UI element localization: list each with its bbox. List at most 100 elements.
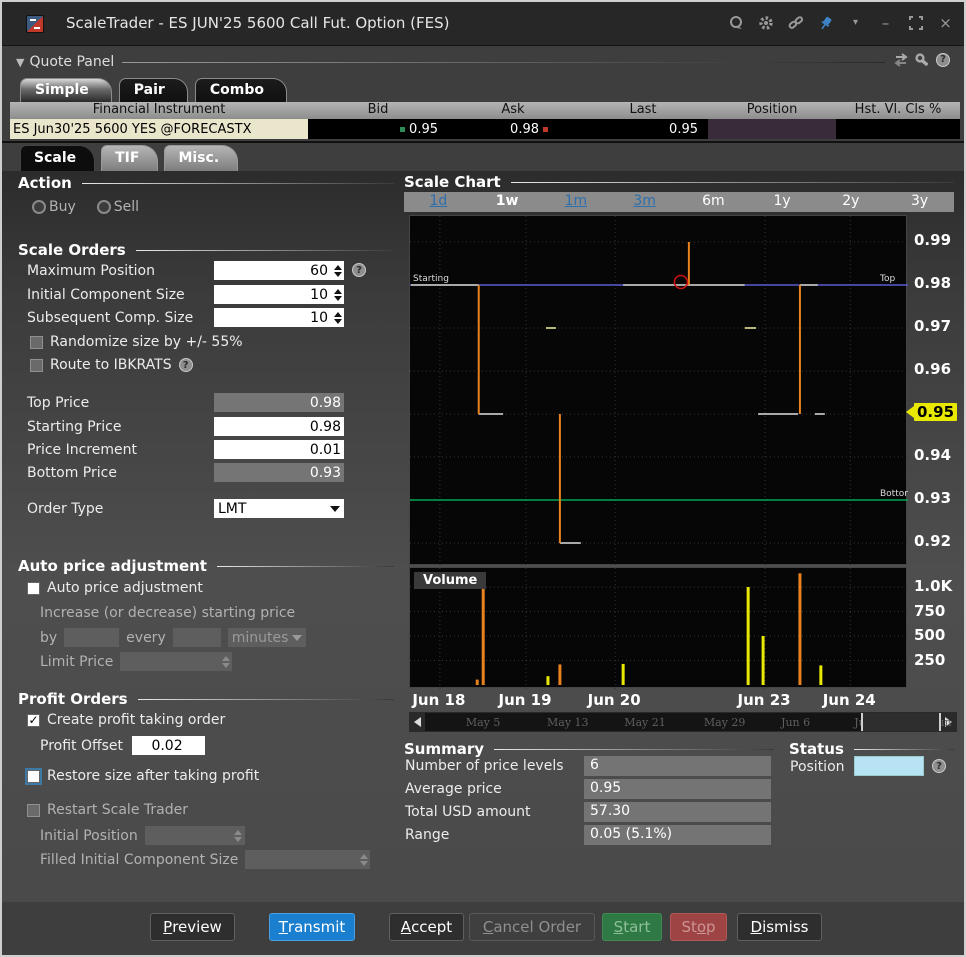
maximum-position-input[interactable]: 60 bbox=[214, 261, 344, 280]
adjust-amount-input bbox=[64, 628, 119, 647]
x-axis-label: Jun 24 bbox=[823, 691, 876, 709]
profit-offset-input[interactable]: 0.02 bbox=[132, 736, 205, 755]
limit-price-label: Limit Price bbox=[40, 654, 113, 670]
minimize-icon[interactable]: – bbox=[877, 14, 894, 31]
tab-simple[interactable]: Simple bbox=[20, 78, 112, 102]
help-icon[interactable]: ? bbox=[179, 358, 193, 372]
price-axis-label: 0.95 bbox=[914, 403, 957, 421]
range-3y[interactable]: 3y bbox=[885, 192, 954, 212]
accept-button[interactable]: Accept bbox=[389, 913, 464, 941]
dismiss-button[interactable]: Dismiss bbox=[737, 913, 822, 941]
initial-position-input bbox=[145, 826, 245, 845]
price-increment-input[interactable]: 0.01 bbox=[214, 440, 344, 459]
tab-scale[interactable]: Scale bbox=[20, 145, 95, 171]
subsequent-comp-size-label: Subsequent Comp. Size bbox=[27, 310, 193, 326]
help-icon[interactable]: ? bbox=[932, 759, 946, 773]
restart-scale-trader-checkbox[interactable] bbox=[27, 804, 40, 817]
price-axis-label: 0.96 bbox=[914, 360, 951, 378]
order-type-label: Order Type bbox=[27, 501, 103, 517]
caret-down-icon[interactable]: ▾ bbox=[847, 14, 864, 31]
buy-radio[interactable] bbox=[32, 200, 46, 214]
quote-panel-title: Quote Panel bbox=[29, 54, 114, 70]
volume-pane-label: Volume bbox=[414, 572, 486, 589]
top-price-field: 0.98 bbox=[214, 393, 344, 412]
svg-text:Top: Top bbox=[879, 274, 895, 284]
subsequent-comp-size-input[interactable]: 10 bbox=[214, 308, 344, 327]
quote-panel-collapse-icon[interactable]: ▼ bbox=[16, 56, 24, 69]
range-3m[interactable]: 3m bbox=[610, 192, 679, 212]
order-type-dropdown[interactable]: LMT bbox=[214, 499, 344, 518]
tab-tif[interactable]: TIF bbox=[101, 145, 158, 171]
scroll-left-button[interactable] bbox=[410, 713, 425, 731]
bottom-price-field: 0.93 bbox=[214, 463, 344, 482]
x-axis-label: Jun 19 bbox=[499, 691, 552, 709]
x-axis-label: Jun 23 bbox=[738, 691, 791, 709]
svg-text:Starting: Starting bbox=[413, 274, 449, 284]
create-profit-checkbox[interactable]: ✓ bbox=[27, 714, 40, 727]
wrench-icon[interactable] bbox=[915, 53, 930, 72]
average-price-field: 0.95 bbox=[584, 779, 771, 799]
quote-table-header: Financial Instrument Bid Ask Last Positi… bbox=[10, 102, 960, 119]
tab-pair[interactable]: Pair bbox=[119, 78, 188, 102]
scrollbar-thumb[interactable] bbox=[861, 713, 941, 731]
swap-arrows-icon[interactable] bbox=[893, 53, 909, 72]
chart-range-bar: 1d1w1m3m6m1y2y3y bbox=[404, 192, 954, 212]
initial-component-size-input[interactable]: 10 bbox=[214, 285, 344, 304]
auto-price-label: Auto price adjustment bbox=[47, 580, 203, 596]
buy-label: Buy bbox=[49, 199, 76, 215]
range-1y[interactable]: 1y bbox=[748, 192, 817, 212]
range-1w[interactable]: 1w bbox=[473, 192, 542, 212]
range-1m[interactable]: 1m bbox=[542, 192, 611, 212]
close-icon[interactable]: × bbox=[937, 14, 954, 31]
randomize-size-checkbox[interactable] bbox=[30, 336, 43, 349]
quote-table-row[interactable]: ES Jun30'25 5600 YES @FORECASTX 0.95 0.9… bbox=[10, 119, 960, 139]
chart-scrollbar[interactable]: May 5May 13May 21May 29Jun 6Jun 1Jun bbox=[409, 712, 957, 732]
help-icon[interactable]: ? bbox=[352, 263, 366, 277]
maximum-position-label: Maximum Position bbox=[27, 263, 155, 279]
price-axis-label: 0.97 bbox=[914, 317, 951, 335]
start-button: Start bbox=[602, 913, 662, 941]
gear-icon[interactable] bbox=[757, 14, 774, 31]
randomize-size-label: Randomize size by +/- 55% bbox=[50, 334, 243, 350]
filled-initial-input bbox=[245, 850, 370, 869]
maximize-icon[interactable] bbox=[907, 14, 924, 31]
preview-button[interactable]: Preview bbox=[150, 913, 235, 941]
link-icon[interactable] bbox=[787, 14, 804, 31]
history-icon[interactable] bbox=[727, 14, 744, 31]
price-axis-label: 0.94 bbox=[914, 446, 951, 464]
scrollbar-date-label: May 13 bbox=[547, 716, 589, 729]
limit-price-input bbox=[120, 652, 232, 671]
initial-component-size-label: Initial Component Size bbox=[27, 287, 185, 303]
volume-axis-label: 1.0K bbox=[914, 577, 952, 595]
last-cell: 0.95 bbox=[578, 119, 708, 139]
total-usd-field: 57.30 bbox=[584, 802, 771, 822]
scaletrader-window: ScaleTrader - ES JUN'25 5600 Call Fut. O… bbox=[0, 0, 966, 957]
range-2y[interactable]: 2y bbox=[817, 192, 886, 212]
ask-tick-icon bbox=[543, 127, 548, 132]
filled-initial-label: Filled Initial Component Size bbox=[40, 852, 238, 868]
range-label: Range bbox=[405, 827, 449, 843]
pin-icon[interactable] bbox=[817, 14, 834, 31]
help-icon[interactable]: ? bbox=[936, 53, 950, 67]
starting-price-label: Starting Price bbox=[27, 419, 121, 435]
scale-orders-section-header: Scale Orders bbox=[18, 241, 394, 259]
every-label: every bbox=[126, 630, 166, 646]
sell-radio[interactable] bbox=[97, 200, 111, 214]
starting-price-input[interactable]: 0.98 bbox=[214, 417, 344, 436]
route-ibkrats-checkbox[interactable] bbox=[30, 359, 43, 372]
range-6m[interactable]: 6m bbox=[679, 192, 748, 212]
range-1d[interactable]: 1d bbox=[404, 192, 473, 212]
cancel-order-button: Cancel Order bbox=[469, 913, 595, 941]
restore-size-checkbox[interactable] bbox=[27, 770, 40, 783]
transmit-button[interactable]: Transmit bbox=[269, 913, 355, 941]
scrollbar-date-label: May 29 bbox=[704, 716, 746, 729]
tab-misc[interactable]: Misc. bbox=[164, 145, 238, 171]
tab-combo[interactable]: Combo bbox=[195, 78, 287, 102]
auto-price-checkbox[interactable] bbox=[27, 582, 40, 595]
instrument-cell[interactable]: ES Jun30'25 5600 YES @FORECASTX bbox=[10, 119, 308, 139]
price-pane: StartingTopBottom bbox=[409, 215, 907, 565]
status-position-label: Position bbox=[790, 759, 845, 775]
x-axis-label: Jun 20 bbox=[588, 691, 641, 709]
bid-tick-icon bbox=[400, 127, 405, 132]
adjust-unit-dropdown: minutes bbox=[228, 628, 306, 647]
